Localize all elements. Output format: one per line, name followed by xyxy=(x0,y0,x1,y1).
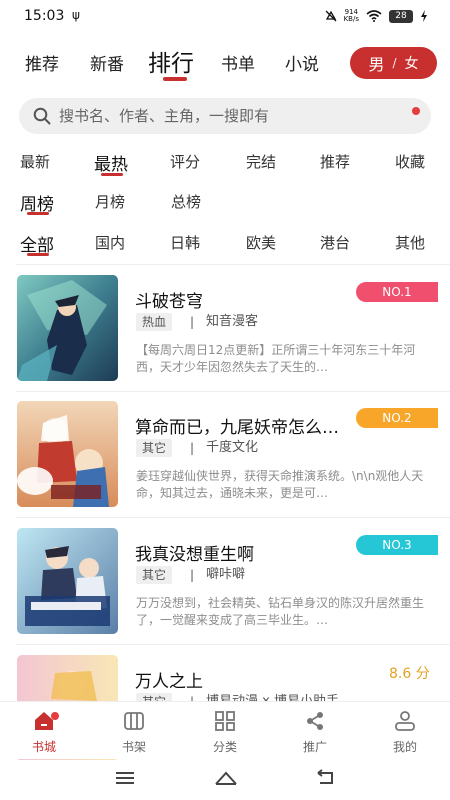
profile-icon xyxy=(395,711,415,731)
book-item[interactable]: 我真没想重生啊 其它 | 噼咔噼 万万没想到，社会精英、钻石单身汉的陈汉升居然重… xyxy=(0,528,450,654)
tag-separator: | xyxy=(190,568,195,582)
nav-label: 书城 xyxy=(31,740,56,754)
nav-label: 我的 xyxy=(392,740,417,754)
filter-hk-tw[interactable]: 港台 xyxy=(320,232,350,253)
book-cover[interactable] xyxy=(17,275,118,381)
rank-badge: NO.1 xyxy=(356,282,438,302)
nav-bookshelf[interactable]: 书架 xyxy=(99,710,169,755)
usb-icon: ψ xyxy=(72,8,80,22)
nav-label: 推广 xyxy=(302,740,327,754)
net-speed: 914 KB/s xyxy=(344,9,359,23)
divider xyxy=(16,517,450,518)
filter-other[interactable]: 其他 xyxy=(395,232,425,253)
gender-male[interactable]: 男 xyxy=(368,51,384,75)
charging-icon xyxy=(421,10,427,22)
book-author: 千度文化 xyxy=(206,440,259,455)
tag-separator: | xyxy=(190,315,195,329)
filter-all-time[interactable]: 总榜 xyxy=(171,191,201,212)
filter-hottest[interactable]: 最热 xyxy=(94,150,128,175)
region-active-indicator xyxy=(27,253,49,256)
search-notification-dot xyxy=(412,107,420,115)
filter-completed[interactable]: 完结 xyxy=(246,151,276,172)
tab-ranking[interactable]: 排行 xyxy=(148,44,194,78)
filter-favorites[interactable]: 收藏 xyxy=(395,151,425,172)
search-input[interactable] xyxy=(59,105,409,127)
filter-monthly[interactable]: 月榜 xyxy=(95,191,125,212)
book-description: 姜珏穿越仙侠世界，获得天命推演系统。\n\n观他人天命，知其过去，通晓未来，更是… xyxy=(136,469,424,500)
filter-western[interactable]: 欧美 xyxy=(246,232,276,253)
tab-recommend[interactable]: 推荐 xyxy=(25,50,59,75)
divider xyxy=(16,644,450,645)
book-title[interactable]: 我真没想重生啊 xyxy=(135,540,365,565)
tab-booklist[interactable]: 书单 xyxy=(221,50,255,75)
category-icon xyxy=(215,711,235,731)
divider xyxy=(16,391,450,392)
nav-notification-dot xyxy=(51,712,59,720)
book-item[interactable]: 算命而已，九尾妖帝怎么… 其它 | 千度文化 姜珏穿越仙侠世界，获得天命推演系统… xyxy=(0,401,450,527)
search-box[interactable] xyxy=(19,98,431,134)
book-title[interactable]: 万人之上 xyxy=(135,667,365,692)
period-filter-row: 周榜 月榜 总榜 xyxy=(0,191,450,221)
tab-new[interactable]: 新番 xyxy=(90,50,124,75)
filter-rating[interactable]: 评分 xyxy=(170,151,200,172)
book-author: 噼咔噼 xyxy=(206,567,246,582)
back-icon[interactable] xyxy=(314,769,336,787)
nav-category[interactable]: 分类 xyxy=(190,710,260,755)
wifi-icon xyxy=(366,10,382,22)
bottom-nav: 书城 书架 分类 推广 我的 xyxy=(0,701,450,759)
filter-domestic[interactable]: 国内 xyxy=(95,232,125,253)
filter-latest[interactable]: 最新 xyxy=(20,151,50,172)
region-filter-row: 全部 国内 日韩 欧美 港台 其他 xyxy=(0,232,450,262)
home-button-icon[interactable] xyxy=(213,769,239,787)
bookshelf-icon xyxy=(124,712,144,730)
gender-separator: / xyxy=(392,56,397,70)
sort-active-indicator xyxy=(101,173,123,176)
book-description: 万万没想到，社会精英、钻石单身汉的陈汉升居然重生了，一觉醒来变成了高三毕业生。… xyxy=(136,596,425,627)
divider xyxy=(16,264,450,265)
share-icon xyxy=(307,712,323,730)
gender-toggle[interactable]: 男 / 女 xyxy=(350,47,437,79)
nav-label: 分类 xyxy=(212,740,237,754)
search-icon xyxy=(33,107,51,125)
rank-badge: NO.3 xyxy=(356,535,438,555)
nav-profile[interactable]: 我的 xyxy=(370,710,440,755)
nav-bookstore[interactable]: 书城 xyxy=(9,710,79,755)
book-genre-tag[interactable]: 其它 xyxy=(136,439,173,457)
system-nav-bar xyxy=(0,760,450,800)
book-title[interactable]: 算命而已，九尾妖帝怎么… xyxy=(135,413,365,438)
rank-badge: NO.2 xyxy=(356,408,438,428)
gender-female[interactable]: 女 xyxy=(405,53,419,73)
mute-icon xyxy=(325,10,337,22)
book-score: 8.6 分 xyxy=(389,666,430,682)
filter-japan-korea[interactable]: 日韩 xyxy=(170,232,200,253)
nav-promote[interactable]: 推广 xyxy=(280,710,350,755)
book-cover[interactable] xyxy=(17,401,118,507)
sort-filter-row: 最新 最热 评分 完结 推荐 收藏 xyxy=(0,151,450,181)
nav-label: 书架 xyxy=(121,740,146,754)
tag-separator: | xyxy=(190,441,195,455)
book-genre-tag[interactable]: 热血 xyxy=(136,313,173,331)
tab-active-indicator xyxy=(163,77,187,81)
filter-recommended[interactable]: 推荐 xyxy=(320,151,350,172)
book-item[interactable]: 斗破苍穹 热血 | 知音漫客 【每周六周日12点更新】正所谓三十年河东三十年河西… xyxy=(0,275,450,401)
book-title[interactable]: 斗破苍穹 xyxy=(135,287,365,312)
status-time: 15:03 xyxy=(24,8,65,24)
book-cover[interactable] xyxy=(17,528,118,634)
status-right: 914 KB/s 28 xyxy=(325,9,428,23)
battery-indicator: 28 xyxy=(389,9,413,23)
menu-icon[interactable] xyxy=(114,769,136,787)
book-genre-tag[interactable]: 其它 xyxy=(136,566,173,584)
book-description: 【每周六周日12点更新】正所谓三十年河东三十年河西，天才少年因忽然失去了天生的… xyxy=(136,343,416,374)
tab-novel[interactable]: 小说 xyxy=(285,50,319,75)
status-bar: 15:03 ψ 914 KB/s 28 xyxy=(0,0,450,34)
book-author: 知音漫客 xyxy=(206,314,259,329)
net-speed-unit: KB/s xyxy=(343,15,359,23)
period-active-indicator xyxy=(27,212,49,215)
